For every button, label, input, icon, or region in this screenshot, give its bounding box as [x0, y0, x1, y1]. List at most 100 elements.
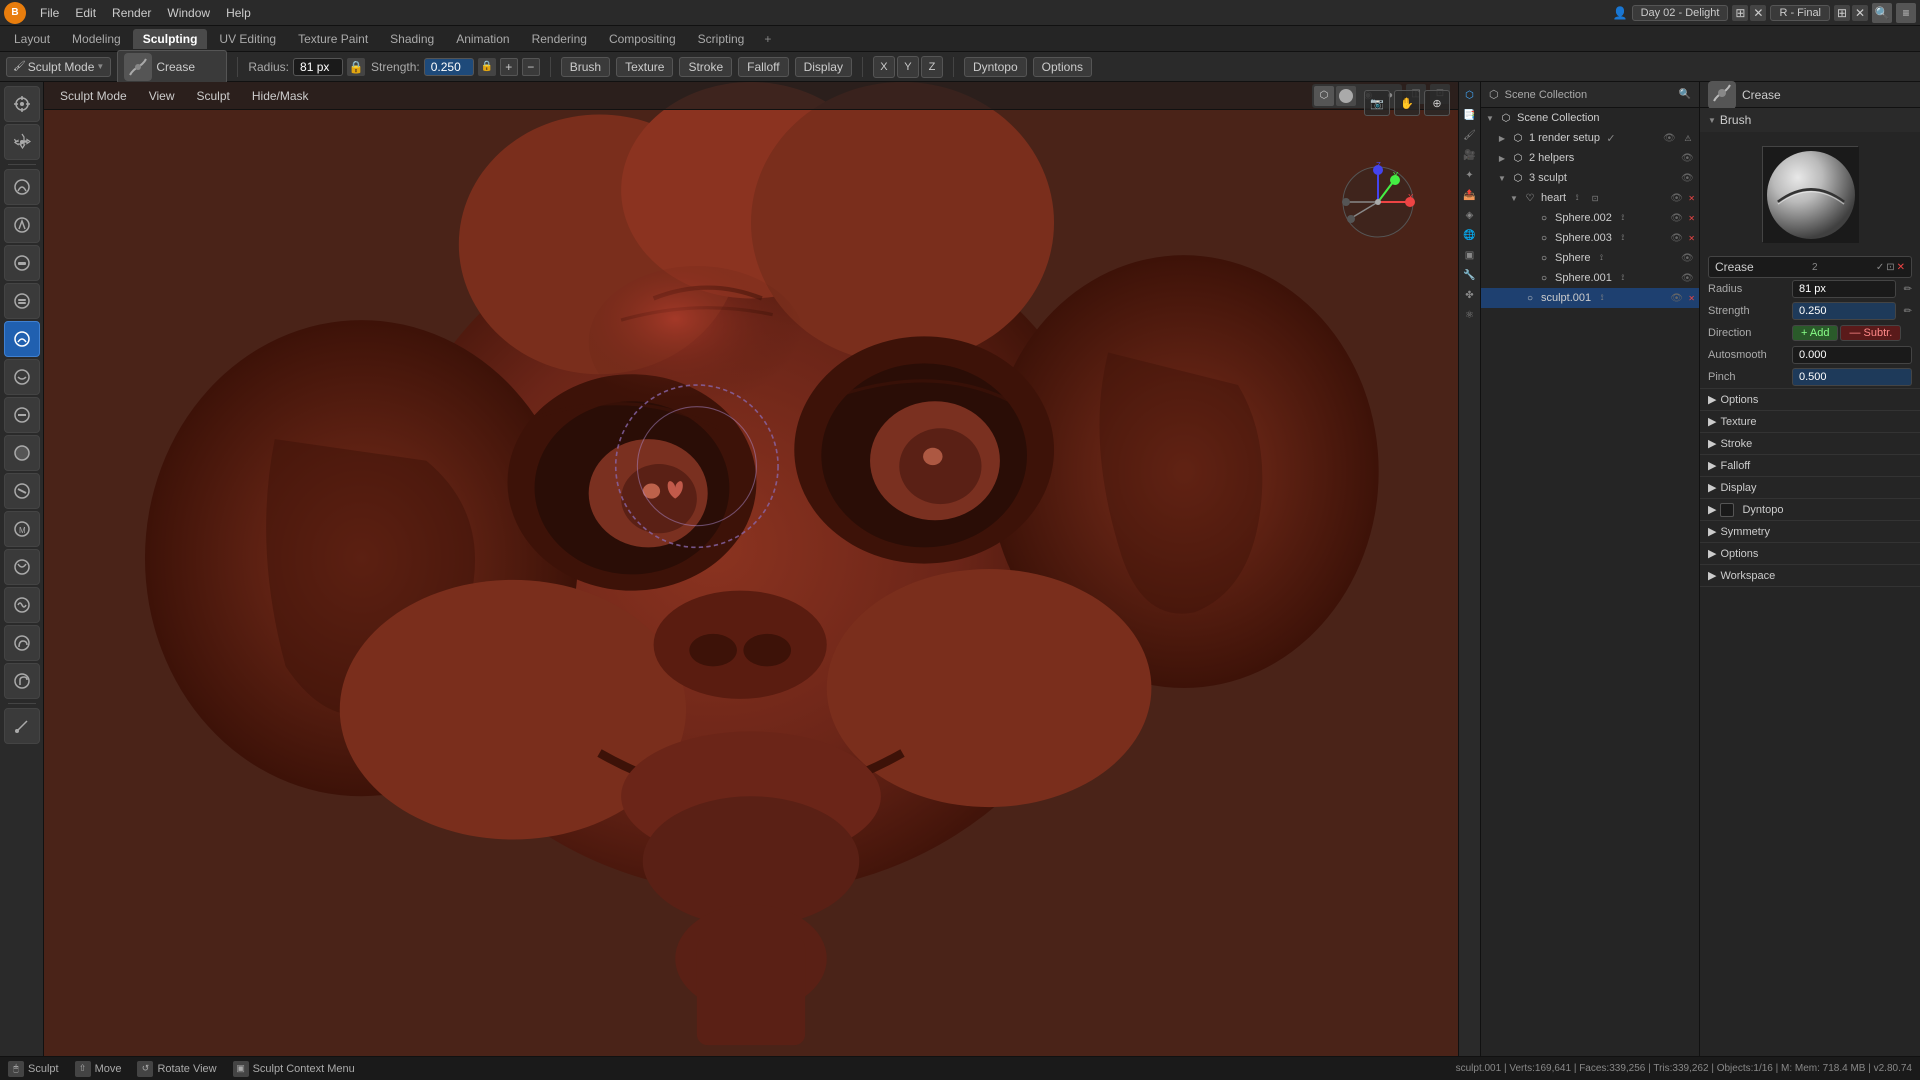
- anchor-icon[interactable]: ⊕: [1424, 90, 1450, 116]
- world-props-icon[interactable]: 🌐: [1461, 226, 1479, 244]
- pinch-prop-value[interactable]: 0.500: [1792, 368, 1912, 386]
- dyntopo-section[interactable]: ▶ Dyntopo: [1700, 499, 1920, 521]
- object-props-icon[interactable]: ▣: [1461, 246, 1479, 264]
- tool-clay[interactable]: [4, 245, 40, 281]
- tab-scripting[interactable]: Scripting: [688, 29, 755, 49]
- crease-copy-btn[interactable]: ⊡: [1886, 262, 1894, 273]
- s001-filter[interactable]: ⟟: [1616, 271, 1630, 285]
- autosmooth-prop-value[interactable]: 0.000: [1792, 346, 1912, 364]
- stroke-btn[interactable]: Stroke: [679, 57, 732, 77]
- menu-render[interactable]: Render: [104, 4, 159, 22]
- menu-help[interactable]: Help: [218, 4, 259, 22]
- tab-texture-paint[interactable]: Texture Paint: [288, 29, 378, 49]
- tab-rendering[interactable]: Rendering: [522, 29, 597, 49]
- tool-crease[interactable]: [4, 321, 40, 357]
- brush-section-header[interactable]: ▼ Brush: [1700, 108, 1920, 132]
- tool-clay-strips[interactable]: [4, 283, 40, 319]
- tool-draw-sharp[interactable]: [4, 207, 40, 243]
- sculpt-props-icon[interactable]: 🖌: [1461, 126, 1479, 144]
- outliner-filter-icon[interactable]: 🔍: [1679, 89, 1691, 100]
- viewport-gizmo[interactable]: X Y Z: [1338, 162, 1428, 252]
- display-section[interactable]: ▶ Display: [1700, 477, 1920, 499]
- x-axis-btn[interactable]: X: [873, 56, 895, 78]
- outliner-sphere[interactable]: ▶ ○ Sphere ⟟ 👁: [1481, 248, 1699, 268]
- s001-eye[interactable]: 👁: [1681, 273, 1695, 284]
- particle-icon[interactable]: ✤: [1461, 286, 1479, 304]
- radius-edit-icon[interactable]: ✏: [1900, 284, 1912, 295]
- y-axis-btn[interactable]: Y: [897, 56, 919, 78]
- texture-btn[interactable]: Texture: [616, 57, 673, 77]
- s003-del[interactable]: ✕: [1688, 234, 1695, 243]
- viewport[interactable]: Sculpt Mode View Sculpt Hide/Mask ⬡ ◉ ● …: [44, 82, 1458, 1056]
- direction-sub-btn[interactable]: — Subtr.: [1840, 325, 1901, 341]
- tool-smooth[interactable]: [4, 359, 40, 395]
- direction-add-btn[interactable]: + Add: [1792, 325, 1838, 341]
- radius-input[interactable]: 81 px: [293, 58, 343, 76]
- title-btn-1[interactable]: ⊞: [1732, 5, 1748, 21]
- search-icon[interactable]: 🔍: [1872, 3, 1892, 23]
- crease-check-btn[interactable]: ✓: [1876, 262, 1884, 273]
- strength-prop-value[interactable]: 0.250: [1792, 302, 1896, 320]
- view-props-icon[interactable]: 🎥: [1461, 146, 1479, 164]
- tool-fill[interactable]: [4, 435, 40, 471]
- sphere-filter[interactable]: ⟟: [1594, 251, 1608, 265]
- strength-edit-icon[interactable]: ✏: [1900, 306, 1912, 317]
- z-axis-btn[interactable]: Z: [921, 56, 943, 78]
- s002-del[interactable]: ✕: [1688, 214, 1695, 223]
- menu-file[interactable]: File: [32, 4, 67, 22]
- symmetry-section[interactable]: ▶ Symmetry: [1700, 521, 1920, 543]
- tool-move[interactable]: [4, 124, 40, 160]
- tool-multires[interactable]: M: [4, 511, 40, 547]
- solid-icon[interactable]: [1336, 86, 1356, 106]
- scene-props-icon[interactable]: ⬡: [1461, 86, 1479, 104]
- options-section[interactable]: ▶ Options: [1700, 389, 1920, 411]
- tab-shading[interactable]: Shading: [380, 29, 444, 49]
- render-props-icon[interactable]: ✦: [1461, 166, 1479, 184]
- outliner-heart[interactable]: ▼ ♡ heart ⟟ ⊡ 👁 ✕: [1481, 188, 1699, 208]
- outliner-render-setup[interactable]: ▶ ⬡ 1 render setup ✓ 👁 ⚠: [1481, 128, 1699, 148]
- blender-logo[interactable]: B: [4, 2, 26, 24]
- s003-eye[interactable]: 👁: [1670, 233, 1684, 244]
- sculpt-eye[interactable]: 👁: [1681, 173, 1695, 184]
- tool-snake-hook[interactable]: [4, 625, 40, 661]
- modifier-props-icon[interactable]: 🔧: [1461, 266, 1479, 284]
- radius-lock-icon[interactable]: 🔒: [347, 58, 365, 76]
- render-close-btn[interactable]: ✕: [1852, 5, 1868, 21]
- heart-filter[interactable]: ⟟: [1570, 191, 1584, 205]
- viewport-mode-btn[interactable]: Sculpt Mode: [52, 87, 135, 105]
- sculpt001-filter[interactable]: ⟟: [1595, 291, 1609, 305]
- tab-uv-editing[interactable]: UV Editing: [209, 29, 286, 49]
- tool-scrape[interactable]: [4, 473, 40, 509]
- tool-cursor[interactable]: [4, 86, 40, 122]
- dyntopo-btn[interactable]: Dyntopo: [964, 57, 1027, 77]
- strength-input[interactable]: 0.250: [424, 58, 474, 76]
- heart-eye-render[interactable]: ⊡: [1588, 191, 1602, 205]
- brush-selector[interactable]: Crease: [117, 50, 227, 84]
- helpers-eye[interactable]: 👁: [1681, 153, 1695, 164]
- tool-elastic[interactable]: [4, 587, 40, 623]
- sculpt001-eye[interactable]: 👁: [1670, 293, 1684, 304]
- physics-icon[interactable]: ⚛: [1461, 306, 1479, 324]
- radius-prop-value[interactable]: 81 px: [1792, 280, 1896, 298]
- options2-section[interactable]: ▶ Options: [1700, 543, 1920, 565]
- outliner-sphere-003[interactable]: ▶ ○ Sphere.003 ⟟ 👁 ✕: [1481, 228, 1699, 248]
- render-check[interactable]: ✓: [1604, 131, 1618, 145]
- outliner-scene-collection[interactable]: ▼ ⬡ Scene Collection: [1481, 108, 1699, 128]
- tab-sculpting[interactable]: Sculpting: [133, 29, 208, 49]
- title-close-btn[interactable]: ✕: [1750, 5, 1766, 21]
- wireframe-icon[interactable]: ⬡: [1314, 86, 1334, 106]
- menu-window[interactable]: Window: [159, 4, 218, 22]
- crease-del-btn[interactable]: ✕: [1897, 262, 1905, 273]
- render-extra[interactable]: ⚠: [1681, 131, 1695, 145]
- camera-persp-icon[interactable]: 📷: [1364, 90, 1390, 116]
- brush-btn[interactable]: Brush: [561, 57, 610, 77]
- layer-props-icon[interactable]: 📑: [1461, 106, 1479, 124]
- outliner-sculpt-001[interactable]: ▶ ○ sculpt.001 ⟟ 👁 ✕: [1481, 288, 1699, 308]
- s003-filter[interactable]: ⟟: [1616, 231, 1630, 245]
- output-props-icon[interactable]: 📤: [1461, 186, 1479, 204]
- menu-edit[interactable]: Edit: [67, 4, 104, 22]
- outliner-helpers[interactable]: ▶ ⬡ 2 helpers 👁: [1481, 148, 1699, 168]
- tool-flatten[interactable]: [4, 397, 40, 433]
- view-layer-icon[interactable]: ◈: [1461, 206, 1479, 224]
- tool-pinch[interactable]: [4, 549, 40, 585]
